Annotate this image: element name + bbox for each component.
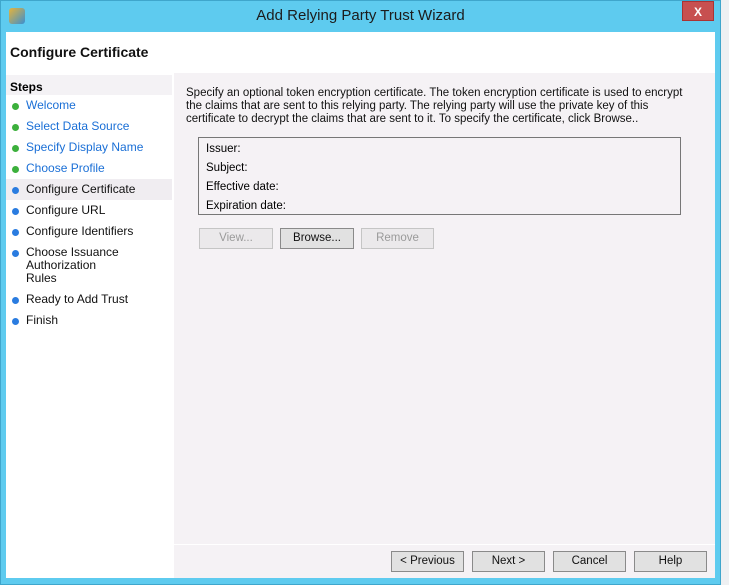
page-title: Configure Certificate [10,44,149,60]
step-item: Finish [6,310,172,331]
status-dot-icon [12,124,19,131]
status-dot-icon [12,297,19,304]
steps-panel: Steps Welcome Select Data Source Specify D… [6,73,172,578]
status-dot-icon [12,166,19,173]
previous-button[interactable]: < Previous [391,551,464,572]
step-label: Specify Display Name [26,140,144,154]
cancel-button[interactable]: Cancel [553,551,626,572]
status-dot-icon [12,250,19,257]
step-label: Ready to Add Trust [26,292,129,306]
step-label: Configure URL [26,203,106,217]
step-item[interactable]: Specify Display Name [6,137,172,158]
step-label: Welcome [26,98,76,112]
step-item: Ready to Add Trust [6,289,172,310]
status-dot-icon [12,103,19,110]
footer-divider [174,544,715,545]
remove-button[interactable]: Remove [361,228,434,249]
subject-label: Subject: [206,162,248,174]
content-panel: Specify an optional token encryption cer… [174,73,715,578]
expiration-date-label: Expiration date: [206,200,286,212]
step-item: Choose Issuance Authorization Rules [6,242,172,289]
step-item: Configure URL [6,200,172,221]
status-dot-icon [12,145,19,152]
close-button[interactable]: X [682,1,714,21]
step-label: Configure Certificate [26,182,136,196]
wizard-window: Add Relying Party Trust Wizard X Configu… [0,0,721,585]
view-button[interactable]: View... [199,228,273,249]
status-dot-icon [12,208,19,215]
effective-date-label: Effective date: [206,181,279,193]
step-label: Select Data Source [26,119,130,133]
step-label: Configure Identifiers [26,224,134,238]
browse-button[interactable]: Browse... [280,228,354,249]
steps-heading: Steps [6,75,172,95]
certificate-info-box: Issuer: Subject: Effective date: Expirat… [198,137,681,215]
help-button[interactable]: Help [634,551,707,572]
step-label: Finish [26,313,59,327]
step-item: Configure Certificate [6,179,172,200]
step-item[interactable]: Welcome [6,95,172,116]
title-bar[interactable]: Add Relying Party Trust Wizard X [1,1,720,32]
step-label: Choose Issuance Authorization Rules [26,245,119,285]
step-item: Configure Identifiers [6,221,172,242]
issuer-label: Issuer: [206,143,241,155]
step-item[interactable]: Choose Profile [6,158,172,179]
description-text: Specify an optional token encryption cer… [186,87,683,125]
window-title: Add Relying Party Trust Wizard [256,7,465,24]
next-button[interactable]: Next > [472,551,545,572]
step-label: Choose Profile [26,161,105,175]
status-dot-icon [12,229,19,236]
step-item[interactable]: Select Data Source [6,116,172,137]
status-dot-icon [12,318,19,325]
status-dot-icon [12,187,19,194]
